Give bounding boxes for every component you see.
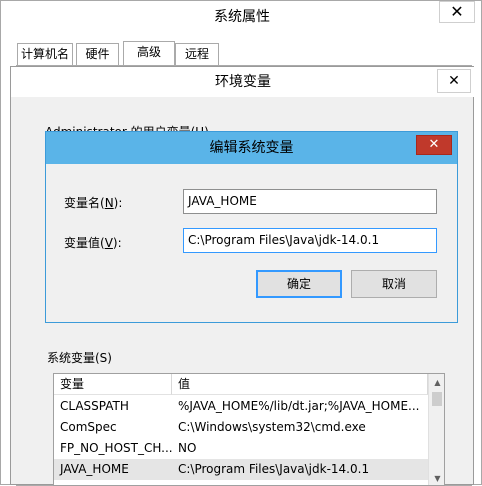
variable-value-label: 变量值(V):: [64, 234, 122, 251]
tab-advanced[interactable]: 高级: [123, 41, 175, 66]
vertical-scrollbar[interactable]: ▲ ▼: [428, 374, 444, 485]
edit-system-variable-dialog: 编辑系统变量 ✕ 变量名(N): JAVA_HOME 变量值(V): C:\Pr…: [45, 131, 458, 323]
table-row[interactable]: ComSpec C:\Windows\system32\cmd.exe: [54, 417, 428, 438]
variable-value-label-suffix: ):: [112, 236, 122, 250]
column-header-value[interactable]: 值: [172, 374, 428, 395]
row-variable-value: NO: [178, 441, 197, 455]
ok-button[interactable]: 确定: [256, 270, 342, 298]
cancel-button[interactable]: 取消: [351, 270, 437, 298]
column-header-variable[interactable]: 变量: [54, 374, 172, 395]
variable-name-accesskey: N: [104, 196, 114, 210]
row-variable-name: FP_NO_HOST_CH...: [60, 441, 172, 455]
variable-value-input[interactable]: C:\Program Files\Java\jdk-14.0.1: [183, 228, 437, 253]
row-variable-name: CLASSPATH: [60, 399, 129, 413]
variable-name-label-suffix: ):: [113, 196, 123, 210]
table-row[interactable]: FP_NO_HOST_CH... NO: [54, 438, 428, 459]
system-properties-close-button[interactable]: ✕: [439, 1, 475, 23]
scroll-up-arrow-icon[interactable]: ▲: [429, 374, 444, 391]
environment-variables-close-button[interactable]: ✕: [437, 69, 471, 93]
tab-remote[interactable]: 远程: [175, 43, 219, 65]
row-variable-value: %JAVA_HOME%/lib/dt.jar;%JAVA_HOME...: [178, 399, 420, 413]
row-variable-value: C:\Program Files\Java\jdk-14.0.1: [178, 462, 370, 476]
variable-name-label: 变量名(N):: [64, 194, 122, 211]
edit-dialog-close-button[interactable]: ✕: [416, 135, 452, 155]
row-variable-value: C:\Windows\system32\cmd.exe: [178, 420, 366, 434]
environment-variables-title: 环境变量: [11, 67, 475, 97]
row-variable-name: JAVA_HOME: [60, 462, 129, 476]
edit-dialog-title: 编辑系统变量: [46, 132, 457, 164]
variable-name-label-text: 变量名(: [64, 196, 105, 210]
tab-computer-name[interactable]: 计算机名: [17, 43, 73, 65]
system-variables-list[interactable]: 变量 值 CLASSPATH %JAVA_HOME%/lib/dt.jar;%J…: [53, 373, 445, 486]
variable-value-accesskey: V: [104, 236, 113, 250]
table-row[interactable]: CLASSPATH %JAVA_HOME%/lib/dt.jar;%JAVA_H…: [54, 396, 428, 417]
scrollbar-thumb[interactable]: [432, 392, 442, 406]
scroll-down-arrow-icon[interactable]: ▼: [429, 470, 444, 485]
variable-value-label-text: 变量值(: [64, 236, 105, 250]
table-row-selected[interactable]: JAVA_HOME C:\Program Files\Java\jdk-14.0…: [54, 459, 428, 480]
row-variable-name: ComSpec: [60, 420, 117, 434]
system-properties-title: 系统属性: [214, 9, 270, 25]
system-variables-label: 系统变量(S): [47, 351, 112, 365]
variable-name-input[interactable]: JAVA_HOME: [183, 189, 437, 214]
tab-hardware[interactable]: 硬件: [76, 43, 119, 65]
